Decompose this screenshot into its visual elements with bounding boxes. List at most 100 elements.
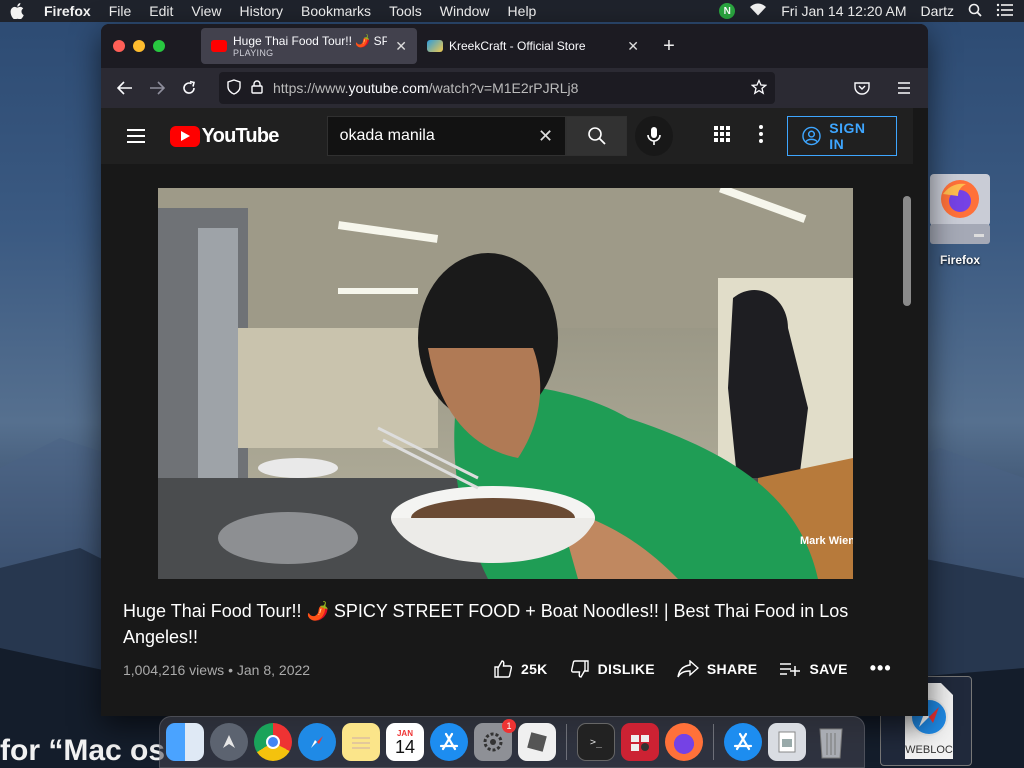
voice-search-button[interactable] — [635, 116, 674, 156]
search-query[interactable]: okada manila — [340, 127, 435, 145]
tab-title: Huge Thai Food Tour!! 🌶️ SPICY — [233, 34, 388, 48]
safari-icon[interactable] — [298, 723, 336, 761]
meta-separator: • — [228, 662, 237, 678]
page-scrollbar[interactable] — [903, 196, 911, 306]
video-meta: 1,004,216 views • Jan 8, 2022 — [123, 662, 310, 678]
like-count: 25K — [521, 660, 548, 677]
terminal-icon[interactable]: >_ — [577, 723, 615, 761]
share-icon — [677, 659, 699, 677]
forward-button[interactable] — [141, 72, 173, 104]
microphone-icon — [647, 127, 662, 145]
menu-edit[interactable]: Edit — [149, 3, 173, 19]
view-count: 1,004,216 views — [123, 662, 225, 678]
shield-icon[interactable] — [227, 78, 241, 98]
tab-kreekcraft-store[interactable]: KreekCraft - Official Store ✕ — [417, 28, 649, 64]
close-tab-icon[interactable]: ✕ — [627, 38, 639, 55]
close-window-button[interactable] — [113, 40, 125, 52]
add-to-playlist-icon — [780, 662, 801, 676]
launchpad-icon[interactable] — [210, 723, 248, 761]
spotlight-search-icon[interactable] — [968, 3, 982, 20]
finder-icon[interactable] — [166, 723, 204, 761]
menu-clock[interactable]: Fri Jan 14 12:20 AM — [781, 3, 906, 19]
background-partial-text: for “Mac os — [0, 734, 166, 767]
menu-bookmarks[interactable]: Bookmarks — [301, 3, 371, 19]
tab-playing-label[interactable]: PLAYING — [233, 48, 387, 58]
youtube-logo[interactable]: YouTube — [169, 124, 280, 148]
firefox-drive-icon — [930, 174, 990, 244]
menu-user[interactable]: Dartz — [921, 3, 954, 19]
search-input[interactable]: okada manila ✕ — [326, 116, 567, 156]
desktop-firefox-label: Firefox — [939, 253, 980, 267]
youtube-logo-text: YouTube — [201, 124, 280, 147]
share-label: SHARE — [706, 660, 758, 677]
menu-file[interactable]: File — [109, 3, 132, 19]
share-button[interactable]: SHARE — [677, 659, 758, 678]
close-tab-icon[interactable]: ✕ — [395, 38, 407, 55]
notification-badge: 1 — [502, 719, 516, 733]
menu-history[interactable]: History — [239, 3, 283, 19]
url-bar[interactable]: https://www. youtube.com/watch?v=M1E2rPJR… — [219, 72, 775, 104]
youtube-page: YouTube okada manila ✕ SIGN IN Mark Wien… — [101, 108, 913, 716]
pocket-icon[interactable] — [846, 72, 878, 104]
menu-tools[interactable]: Tools — [389, 3, 422, 19]
wifi-icon[interactable] — [749, 3, 767, 20]
firefox-icon[interactable] — [665, 723, 703, 761]
sign-in-label: SIGN IN — [829, 120, 866, 152]
macos-dock: JAN 14 1 >_ — [159, 716, 865, 768]
account-icon — [802, 126, 822, 146]
minimize-window-button[interactable] — [133, 40, 145, 52]
menu-view[interactable]: View — [191, 3, 221, 19]
youtube-favicon-icon — [211, 40, 227, 52]
save-button[interactable]: SAVE — [779, 661, 847, 677]
sign-in-button[interactable]: SIGN IN — [787, 116, 897, 156]
chrome-icon[interactable] — [254, 723, 292, 761]
search-button[interactable] — [566, 116, 628, 156]
guide-menu-icon[interactable] — [117, 116, 156, 156]
status-n-icon[interactable]: N — [719, 3, 736, 19]
lock-icon[interactable] — [251, 79, 263, 97]
apps-grid-icon[interactable] — [713, 125, 731, 148]
clear-search-icon[interactable]: ✕ — [538, 126, 553, 147]
back-button[interactable] — [109, 72, 141, 104]
upload-date: Jan 8, 2022 — [236, 662, 311, 678]
control-center-icon[interactable] — [996, 3, 1014, 20]
apple-icon[interactable] — [10, 3, 26, 19]
firefox-window: Huge Thai Food Tour!! 🌶️ SPICY PLAYING ✕… — [101, 24, 928, 716]
thumbs-up-icon — [494, 659, 513, 678]
calendar-icon[interactable]: JAN 14 — [386, 723, 424, 761]
app-menu-icon[interactable] — [888, 72, 920, 104]
video-frame: Mark Wiens — [158, 188, 853, 579]
documents-stack-icon[interactable] — [768, 723, 806, 761]
url-host: youtube.com — [348, 80, 429, 96]
app-store-download-icon[interactable] — [724, 723, 762, 761]
menu-window[interactable]: Window — [440, 3, 490, 19]
photo-booth-icon[interactable] — [621, 723, 659, 761]
settings-more-icon[interactable] — [759, 124, 764, 148]
tab-youtube-video[interactable]: Huge Thai Food Tour!! 🌶️ SPICY PLAYING ✕ — [201, 28, 417, 64]
thumbs-down-icon — [570, 659, 589, 678]
menu-app-name[interactable]: Firefox — [44, 3, 91, 19]
reload-button[interactable] — [173, 72, 205, 104]
url-prefix: https://www. — [273, 80, 349, 96]
window-controls — [113, 40, 165, 52]
more-actions-icon[interactable]: ••• — [870, 658, 892, 679]
macos-menu-bar: Firefox File Edit View History Bookmarks… — [0, 0, 1024, 22]
notes-icon[interactable] — [342, 723, 380, 761]
youtube-play-icon — [169, 125, 200, 147]
kreekcraft-favicon-icon — [427, 40, 443, 52]
new-tab-button[interactable]: + — [657, 35, 681, 58]
system-preferences-icon[interactable]: 1 — [474, 719, 516, 761]
dislike-button[interactable]: DISLIKE — [570, 659, 655, 679]
dock-separator — [713, 724, 714, 760]
video-player[interactable]: Mark Wiens — [158, 188, 853, 579]
roblox-icon[interactable] — [518, 723, 556, 761]
desktop-firefox-shortcut[interactable]: Firefox — [928, 172, 992, 267]
search-icon — [587, 127, 606, 145]
menu-help[interactable]: Help — [508, 3, 537, 19]
app-store-icon[interactable] — [430, 723, 468, 761]
bookmark-star-icon[interactable] — [750, 78, 768, 98]
zoom-window-button[interactable] — [153, 40, 165, 52]
like-button[interactable]: 25K — [493, 659, 548, 679]
trash-icon[interactable] — [812, 723, 850, 761]
video-watermark: Mark Wiens — [800, 535, 853, 547]
